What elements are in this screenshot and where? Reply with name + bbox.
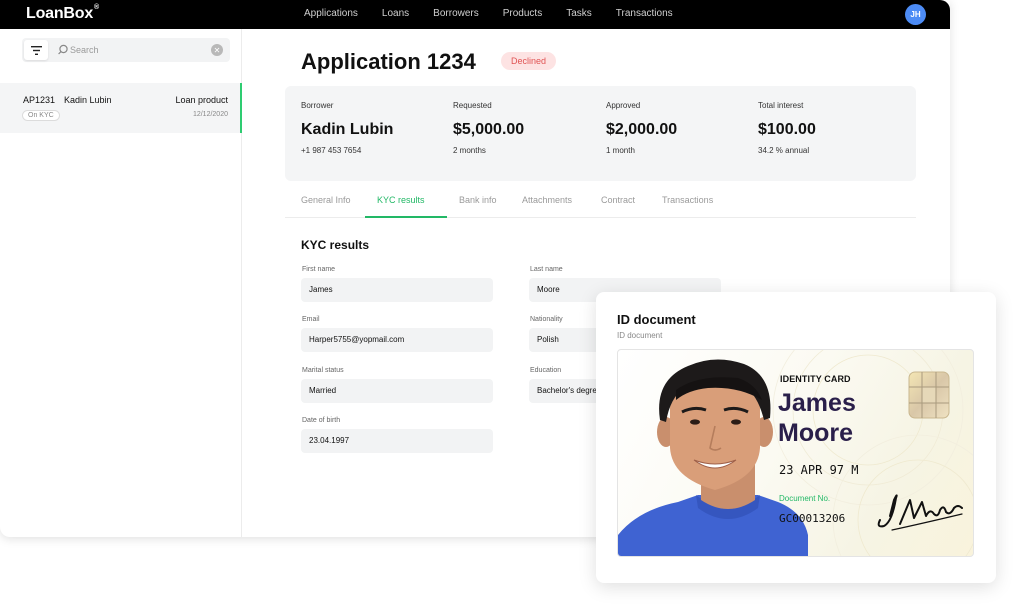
active-tab-indicator xyxy=(365,216,447,218)
brand-logo[interactable]: LoanBox® xyxy=(26,4,99,23)
field-label: Education xyxy=(530,367,562,374)
field-value: 23.04.1997 xyxy=(309,436,350,445)
summary-label: Approved xyxy=(606,101,641,110)
search-bar: ✕ xyxy=(22,38,230,62)
application-summary: Borrower Kadin Lubin +1 987 453 7654 Req… xyxy=(285,86,916,181)
filter-button[interactable] xyxy=(24,40,48,60)
field-label: First name xyxy=(302,266,336,273)
card-dob-sex: 23 APR 97 M xyxy=(779,463,859,477)
summary-label: Total interest xyxy=(758,101,804,110)
summary-label: Requested xyxy=(453,101,492,110)
main-nav: Applications Loans Borrowers Products Ta… xyxy=(304,8,697,19)
tab-general-info[interactable]: General Info xyxy=(301,195,351,205)
application-tabs: General Info KYC results Bank info Attac… xyxy=(285,188,916,218)
list-item-id: AP1231 xyxy=(23,95,56,105)
field-label: Nationality xyxy=(530,316,563,323)
identity-card-image[interactable]: IDENTITY CARD James Moore 23 APR 97 M Do… xyxy=(617,349,974,557)
tab-bank-info[interactable]: Bank info xyxy=(459,195,497,205)
list-item-date: 12/12/2020 xyxy=(192,111,228,118)
card-document-number: GC00013206 xyxy=(779,512,846,525)
signature-image xyxy=(877,494,963,531)
summary-label: Borrower xyxy=(301,101,334,110)
chip-icon xyxy=(908,371,950,419)
list-item-status-badge: On KYC xyxy=(22,110,60,121)
list-item-borrower: Kadin Lubin xyxy=(64,95,112,105)
field-value: Married xyxy=(309,386,337,395)
card-first-name: James xyxy=(778,389,856,417)
filter-icon xyxy=(30,45,42,55)
field-value: James xyxy=(309,285,333,294)
search-icon xyxy=(58,44,68,55)
id-document-title: ID document xyxy=(617,312,696,327)
applications-sidebar: ✕ AP1231 Kadin Lubin Loan product On KYC… xyxy=(0,29,242,537)
first-name-input[interactable]: James xyxy=(301,278,493,302)
user-avatar[interactable]: JH xyxy=(905,4,926,25)
summary-subtext: 34.2 % annual xyxy=(758,146,810,155)
summary-value: $2,000.00 xyxy=(606,121,678,138)
field-label: Marital status xyxy=(302,367,344,374)
field-value: Bachelor's degree xyxy=(537,386,602,395)
field-value: Polish xyxy=(537,335,559,344)
id-document-panel: ID document ID document IDENTITY CARD Ja… xyxy=(596,292,996,583)
nav-item-transactions[interactable]: Transactions xyxy=(616,8,673,19)
field-label: Email xyxy=(302,316,320,323)
search-input[interactable] xyxy=(70,42,200,58)
nav-item-products[interactable]: Products xyxy=(503,8,542,19)
id-document-subtitle: ID document xyxy=(617,331,663,340)
summary-value: $100.00 xyxy=(758,121,816,138)
list-item-product: Loan product xyxy=(175,95,228,105)
kyc-section-title: KYC results xyxy=(301,238,370,252)
top-navigation-bar: LoanBox® Applications Loans Borrowers Pr… xyxy=(0,0,950,29)
clear-search-icon[interactable]: ✕ xyxy=(211,44,223,56)
field-value: Harper5755@yopmail.com xyxy=(309,335,405,344)
tab-contract[interactable]: Contract xyxy=(601,195,635,205)
date-of-birth-input[interactable]: 23.04.1997 xyxy=(301,429,493,453)
summary-subtext: 2 months xyxy=(453,146,486,155)
field-label: Date of birth xyxy=(302,417,341,424)
summary-value: Kadin Lubin xyxy=(301,121,394,138)
field-label: Last name xyxy=(530,266,563,273)
marital-status-input[interactable]: Married xyxy=(301,379,493,403)
status-badge: Declined xyxy=(501,52,557,70)
summary-value: $5,000.00 xyxy=(453,121,525,138)
field-value: Moore xyxy=(537,285,560,294)
nav-item-applications[interactable]: Applications xyxy=(304,8,358,19)
card-document-label: Document No. xyxy=(779,494,831,503)
nav-item-borrowers[interactable]: Borrowers xyxy=(433,8,479,19)
nav-item-loans[interactable]: Loans xyxy=(382,8,409,19)
summary-subtext: +1 987 453 7654 xyxy=(301,146,362,155)
tab-kyc-results[interactable]: KYC results xyxy=(377,195,425,205)
page-title: Application 1234 xyxy=(301,49,476,74)
nav-item-tasks[interactable]: Tasks xyxy=(566,8,592,19)
app-stage: LoanBox® Applications Loans Borrowers Pr… xyxy=(0,0,1024,612)
card-last-name: Moore xyxy=(778,419,853,447)
tab-transactions[interactable]: Transactions xyxy=(662,195,713,205)
card-heading: IDENTITY CARD xyxy=(780,374,851,384)
application-list-item[interactable]: AP1231 Kadin Lubin Loan product On KYC 1… xyxy=(0,83,242,133)
tab-attachments[interactable]: Attachments xyxy=(522,195,572,205)
summary-subtext: 1 month xyxy=(606,146,635,155)
email-input[interactable]: Harper5755@yopmail.com xyxy=(301,328,493,352)
